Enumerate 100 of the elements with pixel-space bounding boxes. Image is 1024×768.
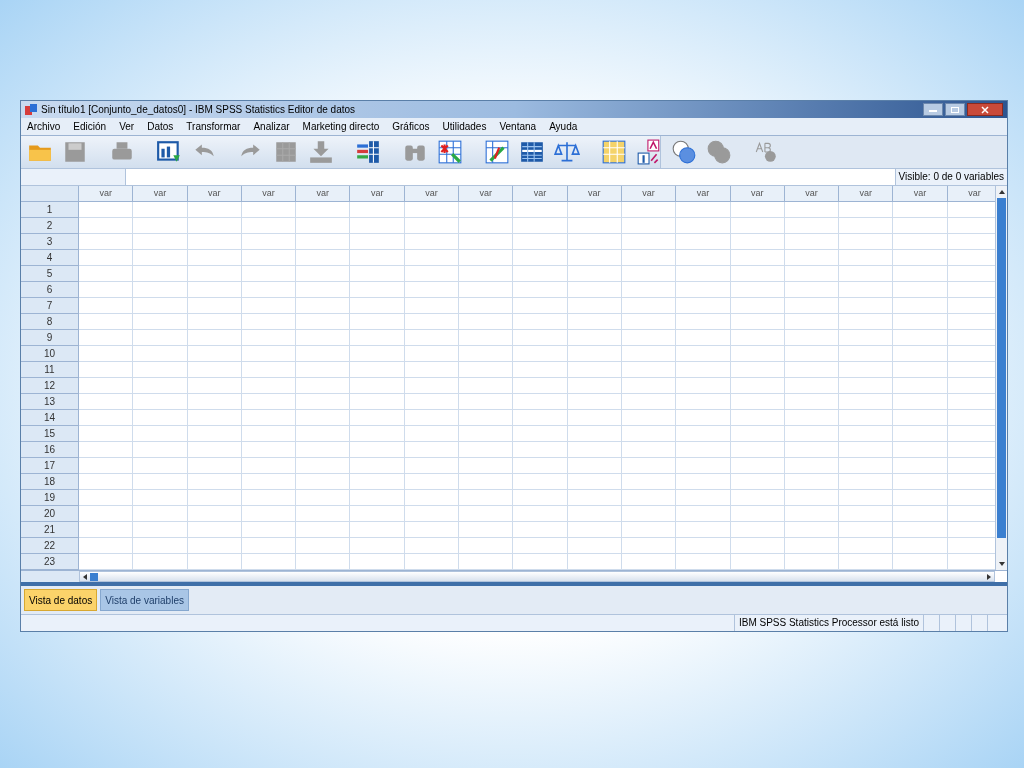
table-cell[interactable] xyxy=(893,426,948,442)
table-cell[interactable] xyxy=(839,378,894,394)
table-cell[interactable] xyxy=(730,522,785,538)
table-cell[interactable] xyxy=(79,474,134,490)
table-cell[interactable] xyxy=(296,202,351,218)
table-cell[interactable] xyxy=(459,410,514,426)
table-cell[interactable] xyxy=(730,490,785,506)
table-cell[interactable] xyxy=(621,314,677,330)
table-cell[interactable] xyxy=(241,442,297,458)
menu-item[interactable]: Edición xyxy=(73,119,107,134)
table-cell[interactable] xyxy=(730,410,785,426)
table-cell[interactable] xyxy=(730,506,785,522)
table-cell[interactable] xyxy=(839,458,894,474)
table-cell[interactable] xyxy=(513,202,568,218)
table-cell[interactable] xyxy=(187,202,242,218)
table-cell[interactable] xyxy=(567,506,622,522)
table-cell[interactable] xyxy=(79,234,134,250)
table-cell[interactable] xyxy=(730,378,785,394)
table-cell[interactable] xyxy=(350,346,405,362)
table-cell[interactable] xyxy=(296,538,351,554)
table-cell[interactable] xyxy=(404,314,460,330)
star-grid-icon[interactable] xyxy=(437,139,463,165)
table-cell[interactable] xyxy=(676,442,731,458)
table-cell[interactable] xyxy=(241,378,297,394)
table-cell[interactable] xyxy=(567,426,622,442)
table-cell[interactable] xyxy=(839,218,894,234)
table-cell[interactable] xyxy=(784,394,840,410)
table-cell[interactable] xyxy=(241,234,297,250)
table-cell[interactable] xyxy=(730,282,785,298)
table-cell[interactable] xyxy=(296,458,351,474)
table-cell[interactable] xyxy=(839,346,894,362)
table-cell[interactable] xyxy=(459,394,514,410)
table-cell[interactable] xyxy=(133,234,188,250)
table-cell[interactable] xyxy=(459,426,514,442)
menu-item[interactable]: Analizar xyxy=(253,119,290,134)
table-cell[interactable] xyxy=(621,298,677,314)
table-cell[interactable] xyxy=(187,506,242,522)
row-header[interactable]: 3 xyxy=(21,234,79,250)
table-cell[interactable] xyxy=(513,458,568,474)
menu-item[interactable]: Gráficos xyxy=(392,119,430,134)
table-cell[interactable] xyxy=(296,330,351,346)
table-cell[interactable] xyxy=(730,362,785,378)
table-cell[interactable] xyxy=(730,266,785,282)
table-cell[interactable] xyxy=(296,474,351,490)
table-cell[interactable] xyxy=(296,394,351,410)
scroll-thumb[interactable] xyxy=(997,198,1006,538)
table-cell[interactable] xyxy=(187,394,242,410)
table-cell[interactable] xyxy=(513,298,568,314)
table-cell[interactable] xyxy=(893,474,948,490)
table-cell[interactable] xyxy=(513,218,568,234)
table-cell[interactable] xyxy=(784,474,840,490)
table-cell[interactable] xyxy=(621,346,677,362)
table-cell[interactable] xyxy=(893,394,948,410)
table-cell[interactable] xyxy=(567,474,622,490)
table-cell[interactable] xyxy=(676,314,731,330)
table-cell[interactable] xyxy=(350,474,405,490)
table-cell[interactable] xyxy=(839,234,894,250)
table-cell[interactable] xyxy=(404,234,460,250)
table-cell[interactable] xyxy=(676,330,731,346)
table-cell[interactable] xyxy=(459,218,514,234)
table-cell[interactable] xyxy=(621,282,677,298)
table-cell[interactable] xyxy=(241,410,297,426)
table-cell[interactable] xyxy=(133,314,188,330)
table-cell[interactable] xyxy=(241,218,297,234)
table-cell[interactable] xyxy=(459,538,514,554)
table-cell[interactable] xyxy=(187,538,242,554)
column-header[interactable]: var xyxy=(459,186,514,202)
table-cell[interactable] xyxy=(241,346,297,362)
table-cell[interactable] xyxy=(133,298,188,314)
table-cell[interactable] xyxy=(893,378,948,394)
table-cell[interactable] xyxy=(621,458,677,474)
table-cell[interactable] xyxy=(459,442,514,458)
table-cell[interactable] xyxy=(893,490,948,506)
table-cell[interactable] xyxy=(784,426,840,442)
table-cell[interactable] xyxy=(567,362,622,378)
column-header[interactable]: var xyxy=(513,186,568,202)
table-cell[interactable] xyxy=(241,282,297,298)
table-cell[interactable] xyxy=(567,234,622,250)
column-header[interactable]: var xyxy=(839,186,894,202)
column-header[interactable]: var xyxy=(621,186,677,202)
table-cell[interactable] xyxy=(79,394,134,410)
table-cell[interactable] xyxy=(893,202,948,218)
table-cell[interactable] xyxy=(893,218,948,234)
menu-item[interactable]: Ayuda xyxy=(549,119,578,134)
column-header[interactable]: var xyxy=(241,186,297,202)
menu-item[interactable]: Datos xyxy=(147,119,174,134)
table-cell[interactable] xyxy=(350,410,405,426)
table-cell[interactable] xyxy=(296,522,351,538)
table-cell[interactable] xyxy=(567,282,622,298)
table-cell[interactable] xyxy=(133,538,188,554)
table-cell[interactable] xyxy=(839,538,894,554)
table-cell[interactable] xyxy=(730,346,785,362)
table-cell[interactable] xyxy=(350,506,405,522)
table-cell[interactable] xyxy=(350,250,405,266)
row-header[interactable]: 16 xyxy=(21,442,79,458)
table-cell[interactable] xyxy=(621,538,677,554)
table-cell[interactable] xyxy=(296,410,351,426)
table-cell[interactable] xyxy=(621,522,677,538)
table-cell[interactable] xyxy=(404,298,460,314)
table-cell[interactable] xyxy=(893,410,948,426)
